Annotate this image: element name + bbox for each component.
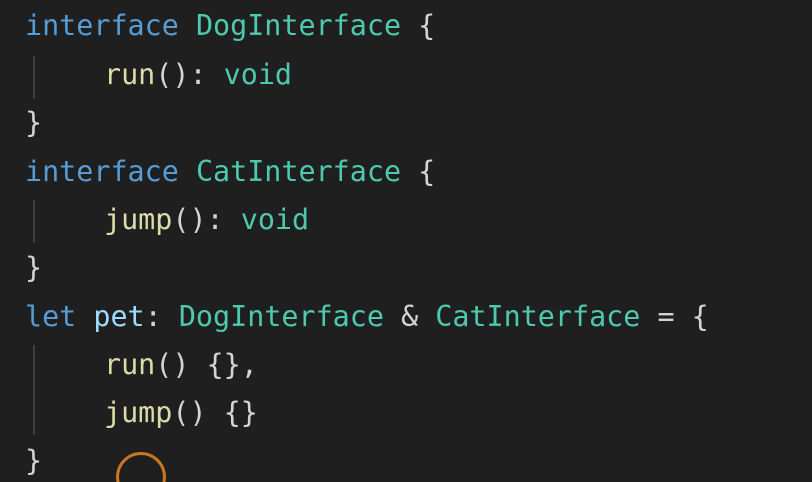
code-line-7[interactable]: let pet: DogInterface & CatInterface = { bbox=[25, 297, 709, 337]
assign-operator: = bbox=[657, 300, 675, 333]
code-line-10[interactable]: } bbox=[25, 441, 42, 481]
method-name: run bbox=[104, 58, 156, 91]
keyword-interface: interface bbox=[25, 9, 179, 42]
type-colon: : bbox=[144, 300, 162, 333]
type-name: CatInterface bbox=[435, 300, 641, 333]
code-line-5[interactable]: jump(): void bbox=[25, 200, 309, 240]
method-body: () {}, bbox=[155, 348, 258, 381]
close-brace: } bbox=[25, 444, 43, 477]
type-name: CatInterface bbox=[195, 155, 402, 188]
code-line-3[interactable]: } bbox=[25, 103, 42, 143]
code-editor[interactable]: interface DogInterface { run(): void } i… bbox=[0, 0, 812, 482]
code-line-6[interactable]: } bbox=[25, 248, 42, 288]
keyword-interface: interface bbox=[25, 155, 179, 188]
open-brace: { bbox=[418, 155, 436, 188]
open-brace: { bbox=[418, 9, 436, 42]
method-signature: (): bbox=[172, 203, 224, 236]
intersection-operator: & bbox=[401, 300, 419, 333]
code-line-1[interactable]: interface DogInterface { bbox=[25, 6, 435, 46]
mouse-cursor-ring-icon bbox=[116, 452, 166, 482]
method-name: jump bbox=[104, 396, 173, 429]
method-signature: (): bbox=[155, 58, 207, 91]
method-body: () {} bbox=[172, 396, 258, 429]
method-name: run bbox=[104, 348, 156, 381]
code-line-9[interactable]: jump() {} bbox=[25, 393, 258, 433]
code-line-4[interactable]: interface CatInterface { bbox=[25, 152, 435, 192]
open-brace: { bbox=[691, 300, 709, 333]
code-line-8[interactable]: run() {}, bbox=[25, 345, 258, 385]
method-name: jump bbox=[104, 203, 173, 236]
type-name: DogInterface bbox=[178, 300, 384, 333]
return-type: void bbox=[240, 203, 310, 236]
type-name: DogInterface bbox=[195, 9, 402, 42]
keyword-let: let bbox=[25, 300, 77, 333]
code-line-2[interactable]: run(): void bbox=[25, 55, 292, 95]
variable-name: pet bbox=[93, 300, 145, 333]
close-brace: } bbox=[25, 251, 43, 284]
close-brace: } bbox=[25, 106, 43, 139]
return-type: void bbox=[223, 58, 293, 91]
